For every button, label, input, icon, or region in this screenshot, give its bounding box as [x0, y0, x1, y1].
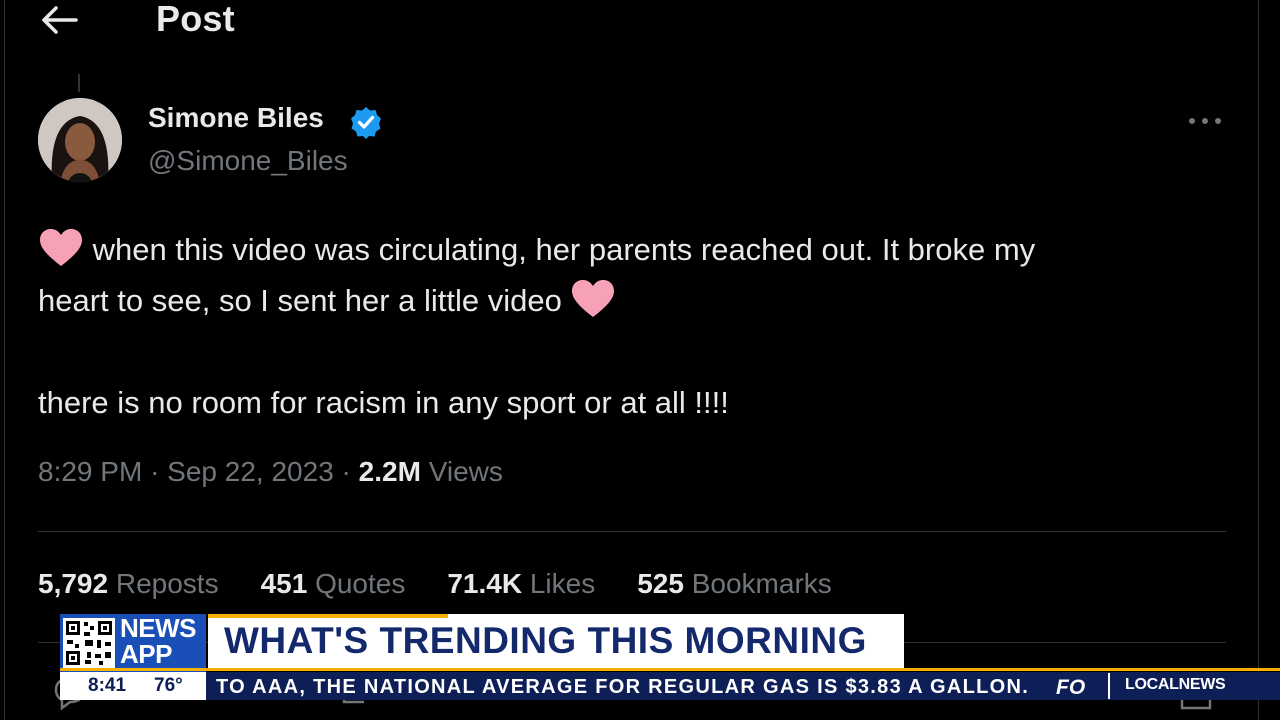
tweet-line-1: when this video was circulating, her par… [38, 224, 1228, 275]
thread-connector-line [78, 74, 80, 92]
stat-count: 5,792 [38, 568, 109, 599]
engagement-stats: 5,792 Reposts 451 Quotes 71.4K Likes 525… [38, 568, 874, 600]
fox-mark-text: FO [1056, 676, 1085, 697]
news-label-line-2: APP [120, 639, 172, 669]
tweet-text-line-2: heart to see, so I sent her a little vid… [38, 283, 562, 318]
stat-count: 525 [637, 568, 684, 599]
post-header: Post [0, 0, 1258, 44]
stat-label: Likes [529, 568, 596, 599]
qr-code-icon [63, 618, 115, 668]
local-news-label: LOCALNEWS [1125, 676, 1226, 693]
page-title: Post [156, 0, 235, 39]
tweet-date[interactable]: Sep 22, 2023 [167, 456, 334, 487]
news-label-line-1: NEWS [120, 613, 197, 643]
meta-separator: · [341, 456, 351, 487]
avatar[interactable] [38, 98, 122, 182]
tweet-text-line-3: there is no room for racism in any sport… [38, 385, 729, 420]
stat-count: 451 [260, 568, 308, 599]
clock-time: 8:41 [88, 675, 127, 696]
verified-badge-icon[interactable] [349, 105, 383, 139]
app-frame: Post Simone Biles @Simone_Biles when thi… [0, 0, 1280, 720]
author-handle[interactable]: @Simone_Biles [148, 145, 348, 177]
stat-label: Reposts [115, 568, 219, 599]
views-count: 2.2M [358, 456, 421, 487]
stat-count: 71.4K [447, 568, 523, 599]
stat-quotes[interactable]: 451 Quotes [261, 568, 406, 600]
more-horizontal-icon[interactable] [1184, 106, 1226, 136]
fox-logo-icon: FO [1056, 675, 1088, 699]
tweet-time[interactable]: 8:29 PM [38, 456, 142, 487]
temperature: 76° [154, 675, 183, 696]
author-display-name[interactable]: Simone Biles [148, 102, 324, 134]
meta-separator: · [150, 456, 160, 487]
stat-label: Quotes [315, 568, 406, 599]
pink-heart-emoji-icon [570, 279, 616, 319]
news-app-label: NEWS APP [120, 613, 197, 669]
column-border-right [1258, 0, 1259, 720]
stat-label: Bookmarks [691, 568, 832, 599]
clock-weather-box: 8:41 76° [60, 672, 206, 700]
pink-heart-emoji-icon [38, 228, 84, 268]
news-app-badge: NEWS APP [60, 614, 206, 672]
stat-bookmarks[interactable]: 525 Bookmarks [637, 568, 832, 600]
ticker-accent-stripe [60, 668, 1280, 671]
ticker-text: TO AAA, THE NATIONAL AVERAGE FOR REGULAR… [216, 676, 1030, 698]
broadcast-lower-third: NEWS APP WHAT'S TRENDING THIS MORNING 8:… [60, 614, 1280, 720]
arrow-left-icon[interactable] [40, 2, 80, 38]
views-label: Views [428, 456, 503, 487]
headline-text: WHAT'S TRENDING THIS MORNING [224, 620, 867, 661]
tweet-meta: 8:29 PM · Sep 22, 2023 · 2.2M Views [38, 456, 503, 488]
tweet-line-2: heart to see, so I sent her a little vid… [38, 275, 1228, 326]
headline-accent-stripe [208, 614, 448, 618]
tweet-text-line-1: when this video was circulating, her par… [92, 232, 1036, 267]
tweet-text: when this video was circulating, her par… [38, 224, 1228, 428]
stat-reposts[interactable]: 5,792 Reposts [38, 568, 219, 600]
ticker-separator [1108, 673, 1110, 699]
divider [38, 531, 1226, 532]
tweet-line-3: there is no room for racism in any sport… [38, 377, 1228, 428]
stat-likes[interactable]: 71.4K Likes [447, 568, 595, 600]
column-border-left [4, 0, 5, 720]
